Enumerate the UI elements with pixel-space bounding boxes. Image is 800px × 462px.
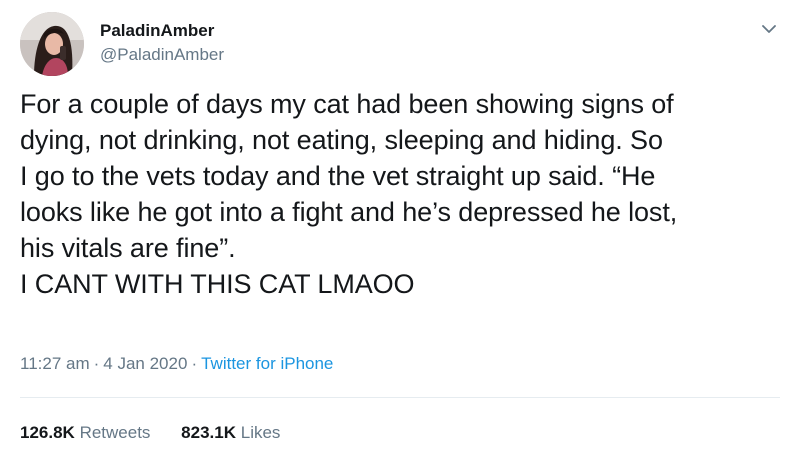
retweets-count: 126.8K [20, 423, 75, 442]
tweet-text-line: looks like he got into a fight and he’s … [20, 197, 678, 227]
tweet-text-line: dying, not drinking, not eating, sleepin… [20, 125, 663, 155]
chevron-down-icon[interactable] [760, 20, 778, 38]
tweet-meta: 11:27 am · 4 Jan 2020 · Twitter for iPhone [20, 353, 333, 375]
tweet-header: PaladinAmber @PaladinAmber [20, 12, 780, 78]
tweet-text-line: I CANT WITH THIS CAT LMAOO [20, 269, 415, 299]
display-name[interactable]: PaladinAmber [100, 20, 224, 42]
likes-count: 823.1K [181, 423, 236, 442]
meta-separator: · [93, 354, 100, 373]
meta-separator: · [191, 354, 198, 373]
tweet-time[interactable]: 11:27 am [20, 354, 90, 373]
divider [20, 397, 780, 398]
tweet-date[interactable]: 4 Jan 2020 [103, 354, 187, 373]
tweet-text-line: his vitals are fine”. [20, 233, 236, 263]
likes-label: Likes [240, 423, 281, 442]
tweet-stats: 126.8K Retweets 823.1K Likes [20, 422, 306, 444]
tweet-text: For a couple of days my cat had been sho… [20, 86, 786, 302]
avatar[interactable] [20, 12, 84, 76]
likes-stat[interactable]: 823.1K Likes [181, 422, 280, 444]
retweets-label: Retweets [79, 423, 151, 442]
author-names: PaladinAmber @PaladinAmber [100, 20, 224, 66]
tweet-text-line: I go to the vets today and the vet strai… [20, 161, 656, 191]
tweet-text-line: For a couple of days my cat had been sho… [20, 89, 674, 119]
retweets-stat[interactable]: 126.8K Retweets [20, 422, 150, 444]
tweet-card: PaladinAmber @PaladinAmber For a couple … [0, 0, 800, 462]
avatar-image [20, 12, 84, 76]
user-handle[interactable]: @PaladinAmber [100, 44, 224, 66]
tweet-source-link[interactable]: Twitter for iPhone [201, 354, 333, 373]
